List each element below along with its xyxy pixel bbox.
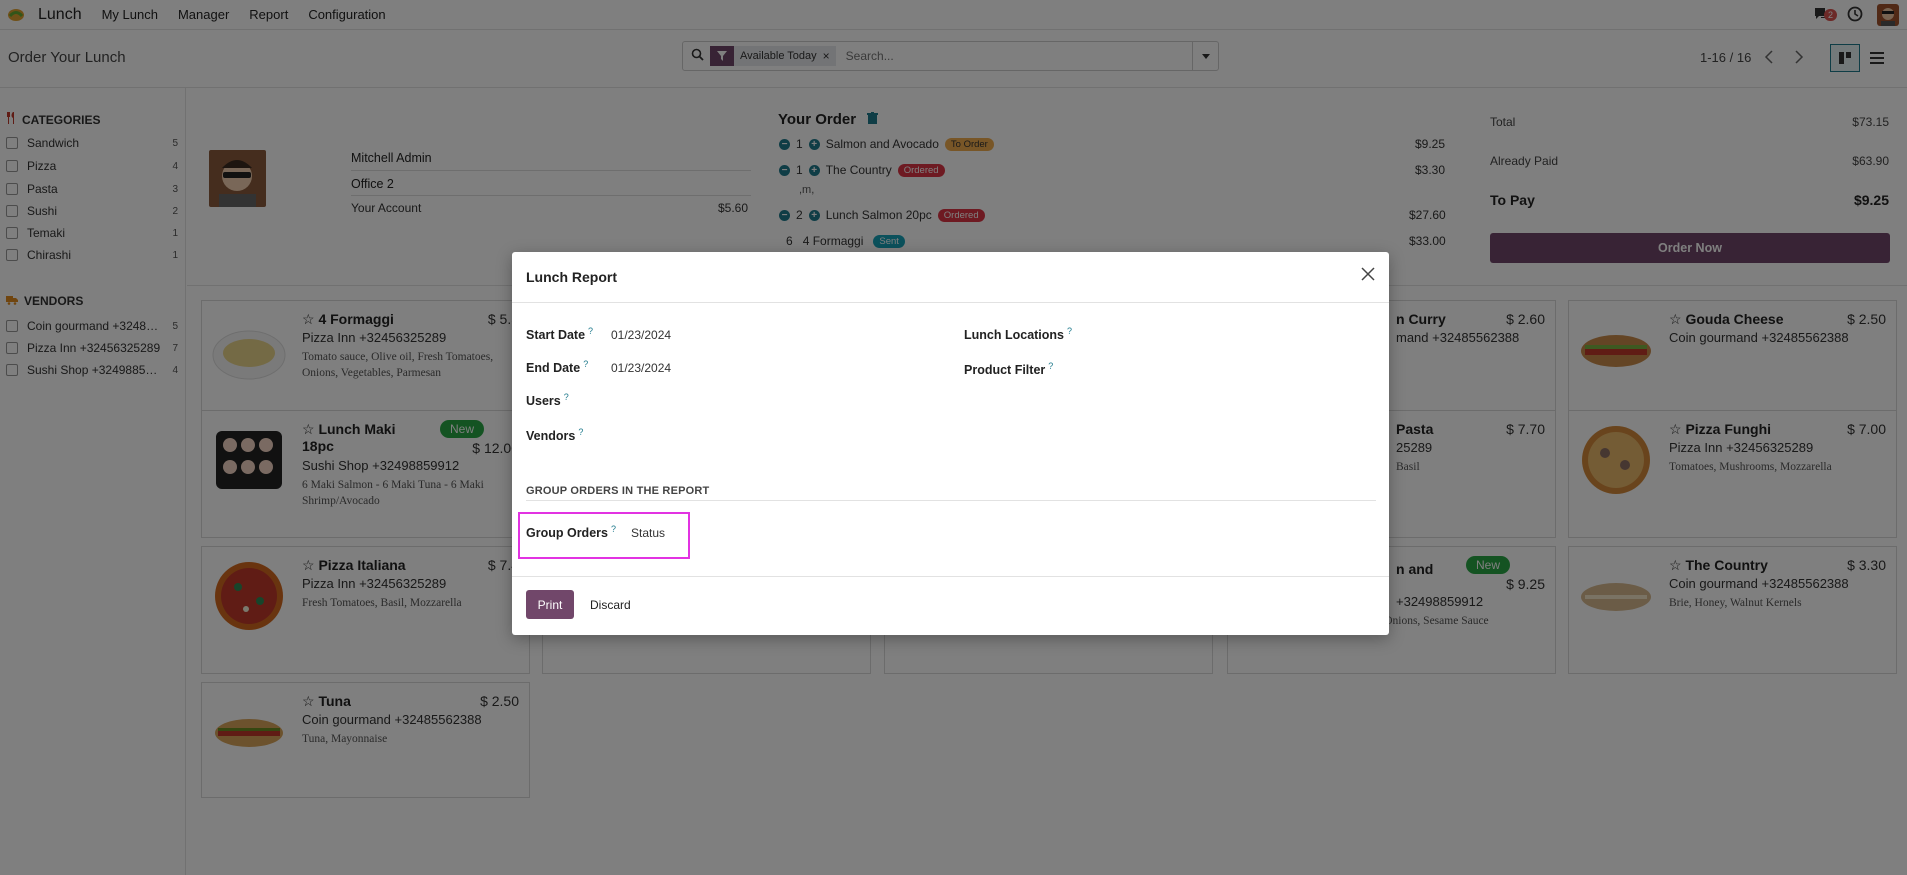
label-text: Start Date [526,328,586,343]
product-filter-field[interactable] [1092,357,1372,379]
dialog-title: Lunch Report [526,269,617,285]
vendors-field[interactable] [611,423,931,445]
end-date-field[interactable]: 01/23/2024 [611,361,671,375]
lunch-report-dialog: Lunch Report Start Date? 01/23/2024 End … [512,252,1389,635]
vendors-label: Vendors? [526,427,583,443]
label-text: Users [526,394,561,409]
start-date-label: Start Date? [526,326,593,342]
group-orders-select[interactable]: Status [631,526,665,540]
help-icon[interactable]: ? [588,326,593,336]
print-button[interactable]: Print [526,590,574,619]
help-icon[interactable]: ? [1048,361,1053,371]
help-icon[interactable]: ? [564,392,569,402]
label-text: Product Filter [964,363,1046,378]
discard-button[interactable]: Discard [586,590,635,619]
start-date-field[interactable]: 01/23/2024 [611,328,671,342]
group-orders-label: Group Orders? [526,524,616,540]
end-date-label: End Date? [526,359,588,375]
label-text: Lunch Locations [964,328,1064,343]
label-text: End Date [526,361,581,376]
dialog-footer [512,576,1389,635]
users-field[interactable] [611,388,931,410]
section-divider [526,500,1376,501]
lunch-locations-field[interactable] [1092,322,1372,344]
lunch-locations-label: Lunch Locations? [964,326,1072,342]
label-text: Group Orders [526,526,608,541]
help-icon[interactable]: ? [578,427,583,437]
product-filter-label: Product Filter? [964,361,1053,377]
close-icon[interactable] [1359,266,1377,284]
help-icon[interactable]: ? [583,359,588,369]
dialog-header: Lunch Report [512,252,1389,303]
help-icon[interactable]: ? [611,524,616,534]
label-text: Vendors [526,429,576,444]
help-icon[interactable]: ? [1067,326,1072,336]
users-label: Users? [526,392,569,408]
section-title: GROUP ORDERS IN THE REPORT [526,485,710,497]
